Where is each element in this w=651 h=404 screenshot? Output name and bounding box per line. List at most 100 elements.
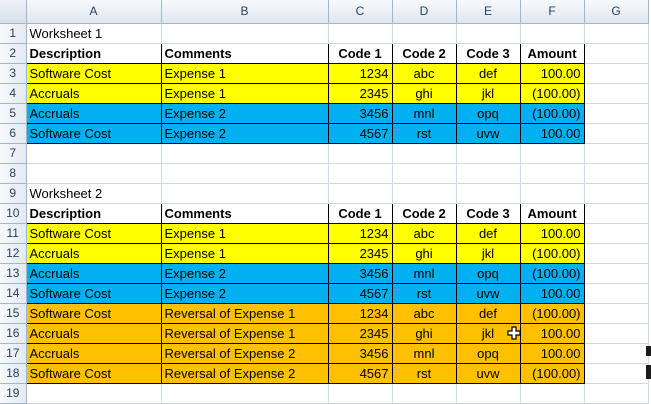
cell-b14[interactable]: Expense 2: [160, 282, 329, 304]
cell-g10[interactable]: [584, 203, 649, 224]
cell-a1[interactable]: Worksheet 1: [26, 23, 162, 44]
cell-g4[interactable]: [584, 83, 649, 104]
row-header[interactable]: 11: [0, 223, 27, 244]
cell-g19[interactable]: [584, 383, 649, 404]
cell-f18[interactable]: (100.00): [519, 362, 585, 384]
cell-a5[interactable]: Accruals: [25, 102, 162, 124]
cell-a17[interactable]: Accruals: [25, 342, 162, 364]
cell-d19[interactable]: [392, 383, 457, 404]
cell-c18[interactable]: 4567: [327, 362, 393, 384]
cell-a10[interactable]: Description: [25, 202, 162, 224]
cell-f17[interactable]: 100.00: [519, 342, 585, 364]
cell-f2[interactable]: Amount: [519, 42, 585, 64]
cell-a2[interactable]: Description: [25, 42, 162, 64]
cell-c14[interactable]: 4567: [327, 282, 393, 304]
cell-g3[interactable]: [584, 63, 649, 84]
cell-a6[interactable]: Software Cost: [25, 122, 162, 144]
cell-d1[interactable]: [392, 23, 457, 44]
cell-d8[interactable]: [392, 163, 457, 184]
cell-e8[interactable]: [456, 163, 521, 184]
column-header-e[interactable]: E: [456, 0, 521, 24]
cell-e19[interactable]: [456, 383, 521, 404]
cell-f13[interactable]: (100.00): [519, 262, 585, 284]
cell-g15[interactable]: [584, 303, 649, 324]
cell-g5[interactable]: [584, 103, 649, 124]
cell-c3[interactable]: 1234: [327, 62, 393, 84]
cell-b2[interactable]: Comments: [160, 42, 329, 64]
cell-a19[interactable]: [26, 383, 162, 404]
cell-a15[interactable]: Software Cost: [25, 302, 162, 324]
cell-e3[interactable]: def: [455, 62, 521, 84]
cell-b12[interactable]: Expense 1: [160, 242, 329, 264]
spreadsheet-grid[interactable]: A B C D E F G 1 Worksheet 1 2 Description Co…: [0, 0, 649, 404]
cell-e18[interactable]: uvw: [455, 362, 521, 384]
cell-d17[interactable]: mnl: [391, 342, 457, 364]
row-header[interactable]: 6: [0, 123, 27, 144]
cell-e13[interactable]: opq: [455, 262, 521, 284]
column-header-b[interactable]: B: [161, 0, 329, 24]
row-header[interactable]: 13: [0, 263, 27, 284]
cell-c15[interactable]: 1234: [327, 302, 393, 324]
column-header-f[interactable]: F: [520, 0, 585, 24]
cell-a8[interactable]: [26, 163, 162, 184]
cell-b5[interactable]: Expense 2: [160, 102, 329, 124]
cell-e17[interactable]: opq: [455, 342, 521, 364]
cell-c19[interactable]: [328, 383, 393, 404]
cell-f12[interactable]: (100.00): [519, 242, 585, 264]
cell-c13[interactable]: 3456: [327, 262, 393, 284]
cell-d9[interactable]: [392, 183, 457, 204]
row-header[interactable]: 2: [0, 43, 27, 64]
cell-g14[interactable]: [584, 283, 649, 304]
row-header[interactable]: 18: [0, 363, 27, 384]
cell-c16[interactable]: 2345: [327, 322, 393, 344]
cell-b6[interactable]: Expense 2: [160, 122, 329, 144]
cell-f9[interactable]: [520, 183, 585, 204]
cell-b1[interactable]: [161, 23, 329, 44]
cell-b11[interactable]: Expense 1: [160, 222, 329, 244]
cell-f1[interactable]: [520, 23, 585, 44]
cell-f8[interactable]: [520, 163, 585, 184]
cell-d14[interactable]: rst: [391, 282, 457, 304]
row-header[interactable]: 4: [0, 83, 27, 104]
row-header[interactable]: 10: [0, 203, 27, 224]
row-header[interactable]: 8: [0, 163, 27, 184]
cell-e9[interactable]: [456, 183, 521, 204]
cell-f3[interactable]: 100.00: [519, 62, 585, 84]
cell-a12[interactable]: Accruals: [25, 242, 162, 264]
cell-a4[interactable]: Accruals: [25, 82, 162, 104]
cell-f6[interactable]: 100.00: [519, 122, 585, 144]
cell-g18[interactable]: [584, 363, 649, 384]
cell-b13[interactable]: Expense 2: [160, 262, 329, 284]
cell-d13[interactable]: mnl: [391, 262, 457, 284]
cell-f19[interactable]: [520, 383, 585, 404]
cell-c6[interactable]: 4567: [327, 122, 393, 144]
cell-d2[interactable]: Code 2: [391, 42, 457, 64]
cell-g17[interactable]: [584, 343, 649, 364]
cell-b16[interactable]: Reversal of Expense 1: [160, 322, 329, 344]
row-header[interactable]: 14: [0, 283, 27, 304]
cell-a3[interactable]: Software Cost: [25, 62, 162, 84]
cell-c11[interactable]: 1234: [327, 222, 393, 244]
cell-c9[interactable]: [328, 183, 393, 204]
cell-e14[interactable]: uvw: [455, 282, 521, 304]
column-header-c[interactable]: C: [328, 0, 393, 24]
cell-d5[interactable]: mnl: [391, 102, 457, 124]
row-header[interactable]: 17: [0, 343, 27, 364]
row-header[interactable]: 5: [0, 103, 27, 124]
cell-e6[interactable]: uvw: [455, 122, 521, 144]
column-header-g[interactable]: G: [584, 0, 649, 24]
row-header[interactable]: 16: [0, 323, 27, 344]
cell-g9[interactable]: [584, 183, 649, 204]
cell-a14[interactable]: Software Cost: [25, 282, 162, 304]
cell-c12[interactable]: 2345: [327, 242, 393, 264]
cell-d18[interactable]: rst: [391, 362, 457, 384]
cell-b19[interactable]: [161, 383, 329, 404]
cell-e12[interactable]: jkl: [455, 242, 521, 264]
cell-b8[interactable]: [161, 163, 329, 184]
cell-c10[interactable]: Code 1: [327, 202, 393, 224]
row-header[interactable]: 12: [0, 243, 27, 264]
cell-d4[interactable]: ghi: [391, 82, 457, 104]
cell-b7[interactable]: [161, 143, 329, 164]
cell-a16[interactable]: Accruals: [25, 322, 162, 344]
cell-f10[interactable]: Amount: [519, 202, 585, 224]
